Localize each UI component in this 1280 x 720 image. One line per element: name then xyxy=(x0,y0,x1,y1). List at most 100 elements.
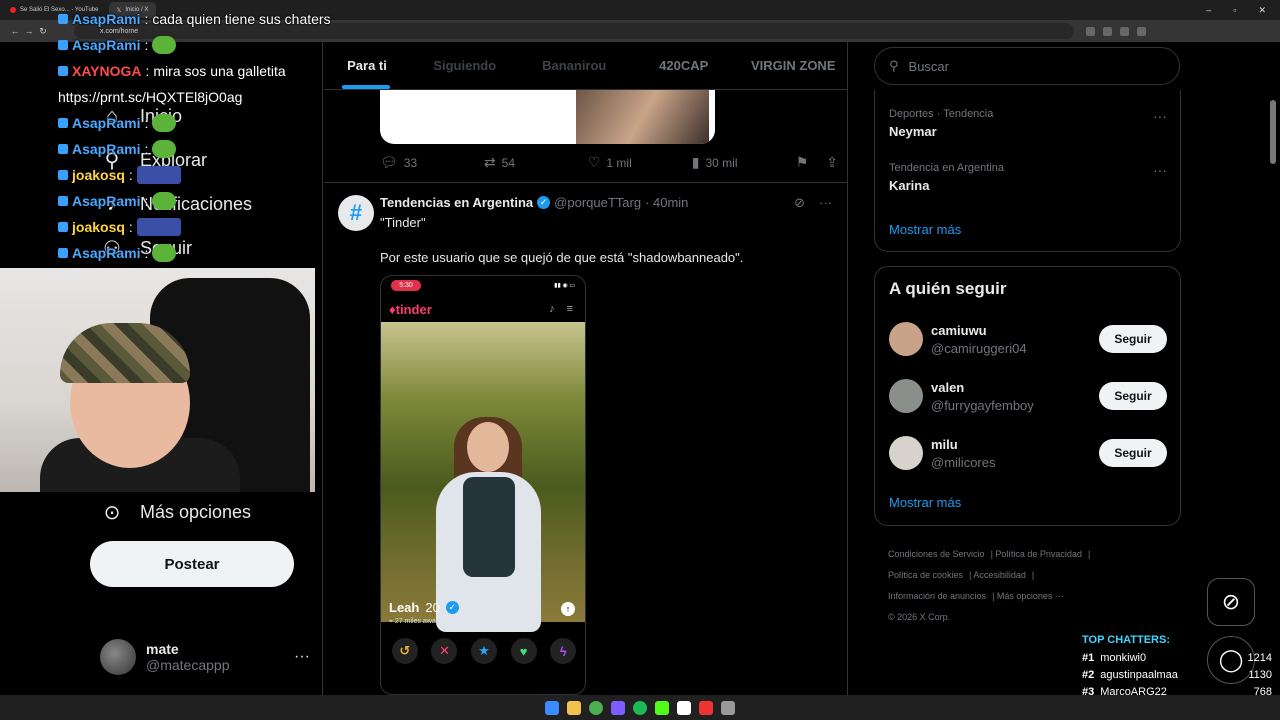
discord-icon[interactable] xyxy=(611,700,625,715)
follow-button[interactable]: Seguir xyxy=(1099,325,1167,353)
more-icon[interactable]: ··· xyxy=(1153,162,1167,178)
chat-separator: : xyxy=(144,245,149,261)
extension-icon[interactable] xyxy=(1120,26,1129,36)
windows-taskbar xyxy=(0,695,1280,720)
maximize-icon[interactable]: ▫ xyxy=(1233,5,1236,16)
show-more-link[interactable]: Mostrar más xyxy=(889,495,961,510)
more-icon[interactable]: ··· xyxy=(1153,108,1167,124)
more-icon[interactable]: ··· xyxy=(819,195,832,211)
grok-icon[interactable]: ⊘ xyxy=(794,195,805,211)
footer-link[interactable]: Accesibilidad xyxy=(973,570,1026,580)
chatter-name: monkiwi0 xyxy=(1100,651,1147,664)
chat-emote-icon xyxy=(152,192,177,210)
trend-item[interactable]: Tendencia en Argentina Karina ··· xyxy=(889,162,1167,193)
profile-handle: @matecappp xyxy=(146,657,230,673)
distance-text: 27 miles away xyxy=(394,618,440,625)
reload-icon[interactable]: ↻ xyxy=(36,26,50,37)
tab-virgin-zone[interactable]: VIRGIN ZONE xyxy=(739,42,848,89)
previous-tweet-media[interactable] xyxy=(380,90,715,144)
minimize-icon[interactable]: – xyxy=(1206,5,1211,16)
avatar xyxy=(100,639,136,675)
search-input[interactable]: ⚲ Buscar xyxy=(874,47,1180,85)
account-switcher[interactable]: mate @matecappp ··· xyxy=(100,637,310,677)
nav-more-options[interactable]: ⊙ Más opciones xyxy=(100,500,251,524)
suggested-user[interactable]: valen @furrygayfemboy Seguir xyxy=(889,376,1167,416)
chat-separator: : xyxy=(128,219,133,235)
repost-button[interactable]: ⇄ 54 xyxy=(484,154,588,171)
tweet-timestamp[interactable]: · 40min xyxy=(645,195,688,210)
trend-title: Neymar xyxy=(889,124,937,139)
tweet-image[interactable]: 5:30 ▮▮ ◉ ▭ ♦tinder ♪ ≡ Leah 20 ✓ ⌖ 27 m… xyxy=(380,275,586,695)
signal-icon: ▮▮ ◉ ▭ xyxy=(554,283,575,289)
extension-icon[interactable] xyxy=(1103,26,1112,36)
grok-button[interactable]: ⊘ xyxy=(1207,578,1255,626)
chat-message: AsapRami: xyxy=(58,136,358,162)
app-icon[interactable] xyxy=(721,700,735,715)
chat-emote-icon xyxy=(152,36,177,54)
chatter-count: 1130 xyxy=(1248,668,1272,681)
more-icon[interactable]: ··· xyxy=(294,648,310,666)
obs-icon[interactable] xyxy=(677,700,691,715)
chat-separator: : xyxy=(145,63,150,79)
scrollbar[interactable] xyxy=(1270,100,1276,164)
extension-icon[interactable] xyxy=(1137,26,1146,36)
reply-button[interactable]: 💬︎ 33 xyxy=(380,154,484,171)
follow-button[interactable]: Seguir xyxy=(1099,439,1167,467)
profile-photo xyxy=(381,322,585,632)
share-icon[interactable]: ⇪ xyxy=(826,154,838,171)
chat-username: AsapRami xyxy=(72,37,141,53)
chatter-row: #2 agustinpaalmaa 1130 xyxy=(1082,666,1272,683)
chat-emote-icon xyxy=(152,140,177,158)
show-more-link[interactable]: Mostrar más xyxy=(889,222,961,237)
like-button[interactable]: ♡ 1 mil xyxy=(588,154,692,171)
suggested-user[interactable]: milu @milicores Seguir xyxy=(889,433,1167,473)
footer-link[interactable]: Política de cookies xyxy=(888,570,963,580)
verified-badge-icon: ✓ xyxy=(445,601,459,614)
chat-username: AsapRami xyxy=(72,141,141,157)
kick-icon[interactable] xyxy=(655,700,669,715)
chat-separator: : xyxy=(144,193,149,209)
file-explorer-icon[interactable] xyxy=(567,700,581,715)
tweet-author-handle[interactable]: @porqueTTarg xyxy=(554,195,641,210)
chat-separator: : xyxy=(128,167,133,183)
footer-link[interactable]: Información de anuncios xyxy=(888,591,986,601)
chat-username: AsapRami xyxy=(72,193,141,209)
follow-button[interactable]: Seguir xyxy=(1099,382,1167,410)
back-icon[interactable]: ← xyxy=(8,26,22,36)
chrome-icon[interactable] xyxy=(589,700,603,715)
user-name: camiuwu xyxy=(931,322,987,338)
spotify-icon[interactable] xyxy=(633,700,647,715)
flame-icon: ♦ xyxy=(389,302,396,317)
chat-message: AsapRami: xyxy=(58,32,358,58)
hashtag-avatar-icon[interactable]: # xyxy=(338,195,374,231)
post-button[interactable]: Postear xyxy=(90,541,294,587)
bell-icon: ♪ xyxy=(549,303,555,315)
phone-clock: 5:30 xyxy=(391,280,421,291)
tab-siguiendo[interactable]: Siguiendo xyxy=(410,42,520,89)
reply-count: 33 xyxy=(403,155,418,170)
footer-link[interactable]: Condiciones de Servicio xyxy=(888,549,985,559)
tinder-name: Leah 20 ✓ xyxy=(389,600,459,615)
start-icon[interactable] xyxy=(545,700,559,715)
tab-420cap[interactable]: 420CAP xyxy=(629,42,739,89)
chat-username: AsapRami xyxy=(72,245,141,261)
tweet-tools: ⊘ ··· xyxy=(794,195,832,211)
footer-link[interactable]: Política de Privacidad xyxy=(995,549,1082,559)
tab-bananirou[interactable]: Bananirou xyxy=(520,42,630,89)
extension-icon[interactable] xyxy=(1086,26,1095,36)
tab-para-ti[interactable]: Para ti xyxy=(324,42,410,89)
close-icon[interactable]: ✕ xyxy=(1258,5,1266,16)
views-button[interactable]: ▮ 30 mil xyxy=(692,154,796,171)
chat-message: AsapRami: xyxy=(58,188,358,214)
suggested-user[interactable]: camiuwu @camiruggeri04 Seguir xyxy=(889,319,1167,359)
feed-tabs: Para ti Siguiendo Bananirou 420CAP VIRGI… xyxy=(324,42,848,90)
trend-item[interactable]: Deportes · Tendencia Neymar ··· xyxy=(889,108,1167,139)
footer-link[interactable]: Más opciones ··· xyxy=(997,591,1064,601)
footer-links: Condiciones de Servicio | Política de Pri… xyxy=(888,549,1091,622)
app-icon[interactable] xyxy=(699,700,713,715)
tweet-author-name[interactable]: Tendencias en Argentina xyxy=(380,195,533,210)
bookmark-icon[interactable]: ⚑ xyxy=(796,154,809,171)
divider xyxy=(324,182,847,183)
chat-badge-icon xyxy=(58,170,68,180)
forward-icon[interactable]: → xyxy=(22,26,36,36)
